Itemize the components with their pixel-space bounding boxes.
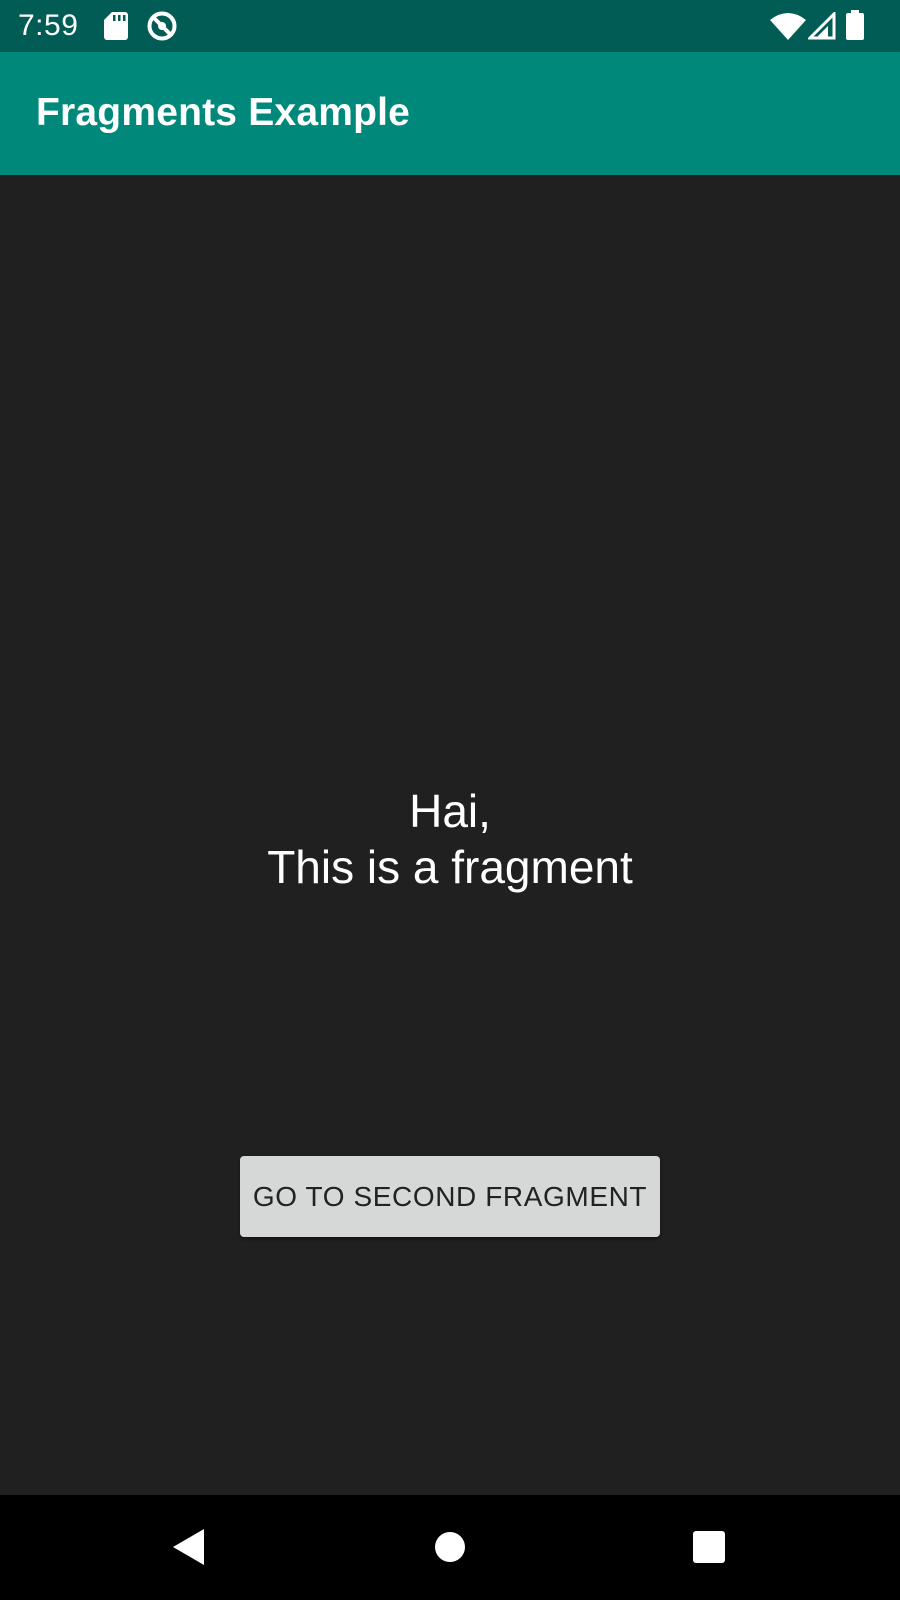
recents-icon bbox=[693, 1531, 725, 1563]
back-icon bbox=[173, 1529, 204, 1565]
sd-card-icon bbox=[104, 12, 128, 40]
app-bar: Fragments Example bbox=[0, 52, 900, 175]
home-button[interactable] bbox=[390, 1495, 510, 1600]
recents-button[interactable] bbox=[649, 1495, 769, 1600]
status-time: 7:59 bbox=[18, 9, 79, 42]
fragment-description: This is a fragment bbox=[267, 841, 633, 893]
go-to-second-fragment-button[interactable]: GO TO SECOND FRAGMENT bbox=[240, 1156, 660, 1237]
fragment-message: Hai, This is a fragment bbox=[0, 783, 900, 895]
navigation-bar bbox=[0, 1495, 900, 1600]
app-title: Fragments Example bbox=[36, 91, 411, 134]
home-icon bbox=[435, 1532, 465, 1562]
back-button[interactable] bbox=[128, 1495, 248, 1600]
status-bar: 7:59 bbox=[0, 0, 900, 52]
fragment-greeting: Hai, bbox=[409, 785, 491, 837]
screen: 7:59 Fragments Example Hai, This is a fr… bbox=[0, 0, 900, 1600]
vpn-icon bbox=[147, 11, 177, 41]
signal-icon bbox=[808, 12, 836, 40]
wifi-icon bbox=[770, 13, 806, 40]
battery-icon bbox=[846, 10, 864, 40]
fragment-container: Hai, This is a fragment GO TO SECOND FRA… bbox=[0, 175, 900, 1495]
